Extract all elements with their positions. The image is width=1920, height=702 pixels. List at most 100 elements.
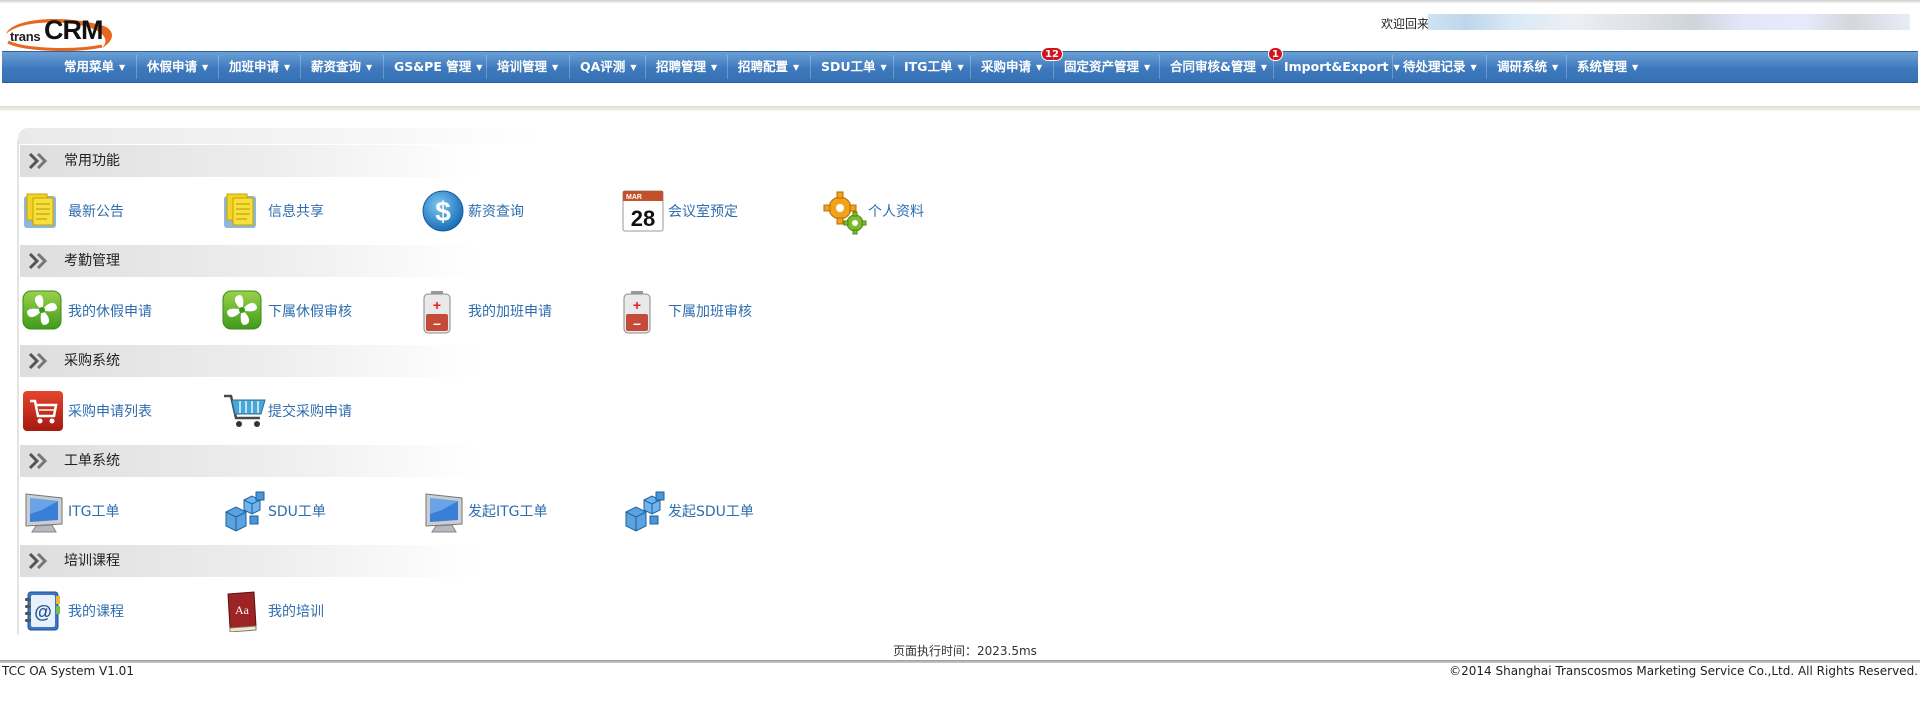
dictionary-icon[interactable]: Aa: [222, 590, 266, 634]
svg-text:MAR: MAR: [626, 194, 642, 201]
notes-icon[interactable]: [222, 190, 266, 234]
nav-separator: [218, 55, 219, 79]
nav-separator: [1159, 55, 1160, 79]
section-title: 常用功能: [64, 153, 120, 169]
nav-item-label: QA评测: [580, 59, 626, 74]
shortcut-link[interactable]: 我的课程: [68, 590, 124, 634]
nav-item-label: 培训管理: [497, 59, 548, 74]
nav-item-7[interactable]: 招聘管理 ▼: [656, 52, 717, 82]
welcome-text: 欢迎回来: [1381, 17, 1430, 31]
section-header: 工单系统: [20, 445, 480, 477]
notes-icon[interactable]: [22, 190, 66, 234]
nav-separator: [383, 55, 384, 79]
nav-item-9[interactable]: SDU工单 ▼: [821, 52, 887, 82]
transcrm-logo[interactable]: trans CRM: [4, 12, 114, 52]
nav-item-label: 采购申请: [981, 59, 1032, 74]
nav-item-label: 调研系统: [1497, 59, 1548, 74]
nav-item-15[interactable]: 待处理记录 ▼: [1403, 52, 1477, 82]
svg-text:+: +: [433, 297, 441, 313]
battery-icon[interactable]: + –: [422, 290, 466, 334]
shortcut-link[interactable]: 采购申请列表: [68, 390, 152, 434]
section-title: 培训课程: [64, 553, 120, 569]
shortcut-link[interactable]: 个人资料: [868, 190, 924, 234]
nav-item-5[interactable]: 培训管理 ▼: [497, 52, 558, 82]
shortcut-link[interactable]: ITG工单: [68, 490, 120, 534]
shortcut-link[interactable]: 最新公告: [68, 190, 124, 234]
nav-item-12[interactable]: 固定资产管理 ▼: [1064, 52, 1150, 82]
caret-down-icon: ▼: [1632, 63, 1639, 72]
shortcut-link[interactable]: 下属加班审核: [668, 290, 752, 334]
nav-separator: [810, 55, 811, 79]
gears-icon[interactable]: [822, 190, 867, 235]
shortcut-link[interactable]: 发起SDU工单: [668, 490, 754, 534]
nav-item-11[interactable]: 采购申请 ▼: [981, 52, 1042, 82]
caret-down-icon: ▼: [880, 63, 887, 72]
section-header: 考勤管理: [20, 245, 480, 277]
nav-item-label: 常用菜单: [64, 59, 115, 74]
fan-icon[interactable]: [22, 290, 66, 334]
nav-item-6[interactable]: QA评测 ▼: [580, 52, 636, 82]
nav-item-2[interactable]: 加班申请 ▼: [229, 52, 290, 82]
shortcut-link[interactable]: 会议室预定: [668, 190, 738, 234]
username-redacted: [1428, 14, 1910, 30]
nav-item-17[interactable]: 系统管理 ▼: [1577, 52, 1638, 82]
svg-text:$: $: [435, 196, 451, 227]
nav-item-1[interactable]: 休假申请 ▼: [147, 52, 208, 82]
subheader-divider: [0, 106, 1920, 111]
cubes-icon[interactable]: [622, 490, 666, 534]
shortcut-link[interactable]: 发起ITG工单: [468, 490, 548, 534]
nav-separator: [1392, 55, 1393, 79]
nav-item-0[interactable]: 常用菜单 ▼: [64, 52, 125, 82]
address-book-icon[interactable]: @: [22, 590, 66, 634]
nav-item-8[interactable]: 招聘配置 ▼: [738, 52, 799, 82]
nav-item-4[interactable]: GS&PE 管理 ▼: [394, 52, 482, 82]
caret-down-icon: ▼: [202, 63, 209, 72]
nav-separator: [970, 55, 971, 79]
nav-item-label: 合同审核&管理: [1170, 59, 1256, 74]
nav-separator: [645, 55, 646, 79]
section-title: 工单系统: [64, 453, 120, 469]
nav-item-label: ITG工单: [904, 59, 953, 74]
nav-item-10[interactable]: ITG工单 ▼: [904, 52, 964, 82]
double-chevron-icon: [28, 352, 54, 373]
nav-separator: [300, 55, 301, 79]
section-title: 采购系统: [64, 353, 120, 369]
section-header: 采购系统: [20, 345, 480, 377]
nav-separator: [727, 55, 728, 79]
fan-icon[interactable]: [222, 290, 266, 334]
shortcut-link[interactable]: 提交采购申请: [268, 390, 352, 434]
panel-top: [18, 128, 538, 144]
caret-down-icon: ▼: [1393, 63, 1400, 72]
nav-item-label: Import&Export: [1284, 59, 1389, 74]
panel-left-border: [17, 140, 19, 635]
nav-item-label: 休假申请: [147, 59, 198, 74]
nav-item-label: SDU工单: [821, 59, 876, 74]
dollar-icon[interactable]: $: [422, 190, 466, 234]
nav-item-label: 固定资产管理: [1064, 59, 1140, 74]
shortcut-link[interactable]: 我的培训: [268, 590, 324, 634]
monitor-icon[interactable]: [422, 490, 466, 534]
nav-item-16[interactable]: 调研系统 ▼: [1497, 52, 1558, 82]
cart-icon[interactable]: [222, 390, 266, 434]
nav-item-label: 待处理记录: [1403, 59, 1466, 74]
nav-item-14[interactable]: Import&Export ▼: [1284, 52, 1400, 82]
caret-down-icon: ▼: [793, 63, 800, 72]
nav-item-13[interactable]: 合同审核&管理 ▼: [1170, 52, 1267, 82]
footer-divider: [0, 660, 1920, 663]
calendar-icon[interactable]: MAR 28: [622, 190, 666, 234]
caret-down-icon: ▼: [1144, 63, 1151, 72]
logo-trans-text: trans: [10, 29, 41, 44]
shortcut-link[interactable]: 信息共享: [268, 190, 324, 234]
shortcut-link[interactable]: 下属休假审核: [268, 290, 352, 334]
battery-icon[interactable]: + –: [622, 290, 666, 334]
shortcut-link[interactable]: SDU工单: [268, 490, 326, 534]
shortcut-link[interactable]: 我的休假申请: [68, 290, 152, 334]
nav-item-3[interactable]: 薪资查询 ▼: [311, 52, 372, 82]
shortcut-link[interactable]: 我的加班申请: [468, 290, 552, 334]
cart-red-icon[interactable]: [22, 390, 66, 434]
notification-badge: 12: [1041, 47, 1063, 61]
shortcut-link[interactable]: 薪资查询: [468, 190, 524, 234]
monitor-icon[interactable]: [22, 490, 66, 534]
cubes-icon[interactable]: [222, 490, 266, 534]
nav-separator: [569, 55, 570, 79]
